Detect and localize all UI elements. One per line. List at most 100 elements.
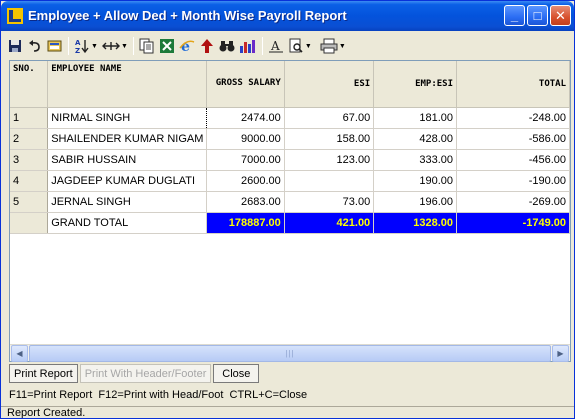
row-sno[interactable] bbox=[10, 212, 49, 234]
toolbar: AZ ▼ ▼ e A ▼ ▼ bbox=[5, 34, 570, 58]
horizontal-scrollbar[interactable]: ◀ ||| ▶ bbox=[10, 344, 570, 362]
keyboard-shortcut-hint: F11=Print Report F12=Print with Head/Foo… bbox=[9, 389, 308, 401]
up-arrow-icon[interactable] bbox=[197, 36, 217, 56]
employee-name-cell[interactable]: NIRMAL SINGH bbox=[47, 107, 208, 129]
row-sno[interactable]: 1 bbox=[10, 107, 49, 129]
total-cell[interactable]: -586.00 bbox=[456, 128, 570, 150]
copy-icon[interactable] bbox=[137, 36, 157, 56]
sort-az-icon[interactable]: AZ ▼ bbox=[72, 36, 100, 56]
close-button[interactable]: Close bbox=[213, 364, 260, 383]
chevron-down-icon[interactable]: ▼ bbox=[91, 43, 98, 50]
grand-total-gross-salary[interactable]: 178887.00 bbox=[206, 212, 285, 234]
total-cell[interactable]: -456.00 bbox=[456, 149, 570, 171]
scroll-right-button[interactable]: ▶ bbox=[552, 345, 569, 362]
toolbar-separator bbox=[68, 37, 69, 55]
column-header-employee-name[interactable]: EMPLOYEE NAME bbox=[47, 61, 208, 108]
toolbar-separator bbox=[261, 37, 263, 55]
total-cell[interactable]: -269.00 bbox=[456, 191, 570, 213]
maximize-button[interactable]: □ bbox=[527, 5, 548, 26]
print-with-header-footer-button[interactable]: Print With Header/Footer bbox=[79, 364, 212, 383]
total-cell[interactable]: -190.00 bbox=[456, 170, 570, 192]
grip-icon: ||| bbox=[285, 349, 295, 358]
scroll-left-button[interactable]: ◀ bbox=[11, 345, 28, 362]
employee-name-cell[interactable]: JERNAL SINGH bbox=[47, 191, 208, 213]
close-window-button[interactable]: ✕ bbox=[550, 5, 571, 26]
esi-cell[interactable] bbox=[284, 170, 375, 192]
print-report-button[interactable]: Print Report bbox=[9, 364, 78, 383]
chevron-down-icon[interactable]: ▼ bbox=[339, 43, 346, 50]
emp-esi-cell[interactable]: 196.00 bbox=[373, 191, 457, 213]
table-row[interactable]: 5 JERNAL SINGH 2683.00 73.00 196.00 -269… bbox=[10, 191, 570, 213]
header-row: SNO. EMPLOYEE NAME GROSS SALARY ESI EMP:… bbox=[10, 61, 570, 108]
font-icon[interactable]: A bbox=[266, 36, 286, 56]
binoculars-find-icon[interactable] bbox=[217, 36, 237, 56]
minimize-button[interactable]: _ bbox=[504, 5, 525, 26]
svg-text:A: A bbox=[270, 39, 280, 53]
report-grid[interactable]: SNO. EMPLOYEE NAME GROSS SALARY ESI EMP:… bbox=[9, 60, 571, 362]
save-icon[interactable] bbox=[5, 36, 25, 56]
grand-total-row[interactable]: GRAND TOTAL 178887.00 421.00 1328.00 -17… bbox=[10, 212, 570, 234]
employee-name-cell[interactable]: JAGDEEP KUMAR DUGLATI bbox=[47, 170, 208, 192]
row-sno[interactable]: 5 bbox=[10, 191, 49, 213]
gross-salary-cell[interactable]: 9000.00 bbox=[206, 128, 285, 150]
row-sno[interactable]: 3 bbox=[10, 149, 49, 171]
table-row[interactable]: 1 NIRMAL SINGH 2474.00 67.00 181.00 -248… bbox=[10, 107, 570, 129]
undo-icon[interactable] bbox=[25, 36, 45, 56]
svg-text:Z: Z bbox=[75, 47, 80, 54]
grand-total-emp-esi[interactable]: 1328.00 bbox=[373, 212, 457, 234]
chart-icon[interactable] bbox=[237, 36, 259, 56]
esi-cell[interactable]: 158.00 bbox=[284, 128, 375, 150]
column-header-total[interactable]: TOTAL bbox=[456, 61, 570, 108]
internet-explorer-icon[interactable]: e bbox=[177, 36, 197, 56]
gross-salary-cell[interactable]: 2474.00 bbox=[206, 107, 285, 129]
esi-cell[interactable]: 123.00 bbox=[284, 149, 375, 171]
maximize-icon: □ bbox=[533, 8, 542, 23]
employee-name-cell[interactable]: SABIR HUSSAIN bbox=[47, 149, 208, 171]
emp-esi-cell[interactable]: 181.00 bbox=[373, 107, 457, 129]
status-text: Report Created. bbox=[7, 407, 86, 419]
window-title: Employee + Allow Ded + Month Wise Payrol… bbox=[28, 8, 347, 23]
column-header-emp-esi[interactable]: EMP:ESI bbox=[373, 61, 457, 108]
chevron-right-icon: ▶ bbox=[557, 349, 564, 358]
gross-salary-cell[interactable]: 7000.00 bbox=[206, 149, 285, 171]
esi-cell[interactable]: 73.00 bbox=[284, 191, 375, 213]
column-header-sno[interactable]: SNO. bbox=[10, 61, 49, 108]
gross-salary-cell[interactable]: 2600.00 bbox=[206, 170, 285, 192]
title-bar[interactable]: Employee + Allow Ded + Month Wise Payrol… bbox=[1, 1, 574, 31]
minimize-icon: _ bbox=[510, 8, 519, 23]
esi-cell[interactable]: 67.00 bbox=[284, 107, 375, 129]
employee-name-cell[interactable]: SHAILENDER KUMAR NIGAM bbox=[47, 128, 208, 150]
action-buttons: Print Report Print With Header/Footer Cl… bbox=[9, 364, 260, 383]
column-width-icon[interactable]: ▼ bbox=[100, 36, 130, 56]
toolbar-separator bbox=[132, 37, 134, 55]
emp-esi-cell[interactable]: 190.00 bbox=[373, 170, 457, 192]
gross-salary-cell[interactable]: 2683.00 bbox=[206, 191, 285, 213]
table-row[interactable]: 2 SHAILENDER KUMAR NIGAM 9000.00 158.00 … bbox=[10, 128, 570, 150]
grand-total-esi[interactable]: 421.00 bbox=[284, 212, 375, 234]
refresh-icon[interactable] bbox=[45, 36, 65, 56]
payroll-report-window: Employee + Allow Ded + Month Wise Payrol… bbox=[0, 0, 575, 419]
print-preview-icon[interactable]: ▼ bbox=[286, 36, 314, 56]
status-bar: Report Created. bbox=[1, 406, 574, 419]
row-sno[interactable]: 2 bbox=[10, 128, 49, 150]
chevron-down-icon[interactable]: ▼ bbox=[305, 43, 312, 50]
close-icon: ✕ bbox=[555, 7, 566, 23]
emp-esi-cell[interactable]: 333.00 bbox=[373, 149, 457, 171]
column-header-esi[interactable]: ESI bbox=[284, 61, 375, 108]
grand-total-label[interactable]: GRAND TOTAL bbox=[47, 212, 208, 234]
grand-total-total[interactable]: -1749.00 bbox=[456, 212, 570, 234]
printer-icon[interactable]: ▼ bbox=[318, 36, 348, 56]
chevron-down-icon[interactable]: ▼ bbox=[121, 43, 128, 50]
emp-esi-cell[interactable]: 428.00 bbox=[373, 128, 457, 150]
table-row[interactable]: 4 JAGDEEP KUMAR DUGLATI 2600.00 190.00 -… bbox=[10, 170, 570, 192]
svg-text:A: A bbox=[75, 39, 81, 47]
scrollbar-thumb[interactable]: ||| bbox=[29, 345, 551, 362]
row-sno[interactable]: 4 bbox=[10, 170, 49, 192]
table-row[interactable]: 3 SABIR HUSSAIN 7000.00 123.00 333.00 -4… bbox=[10, 149, 570, 171]
chevron-left-icon: ◀ bbox=[16, 349, 23, 358]
report-table: SNO. EMPLOYEE NAME GROSS SALARY ESI EMP:… bbox=[10, 61, 570, 234]
total-cell[interactable]: -248.00 bbox=[456, 107, 570, 129]
excel-icon[interactable] bbox=[157, 36, 177, 56]
column-header-gross-salary[interactable]: GROSS SALARY bbox=[206, 61, 285, 108]
app-icon bbox=[7, 8, 23, 24]
